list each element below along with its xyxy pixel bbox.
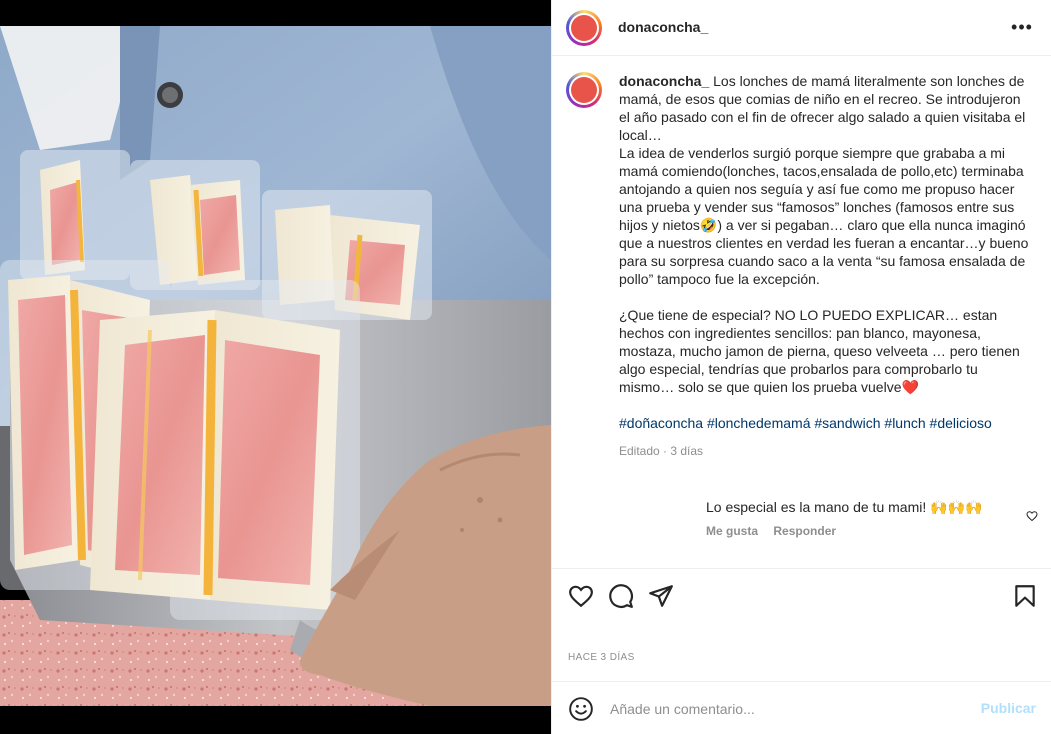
sandwiches-on-tray-photo	[0, 0, 551, 734]
avatar-image	[571, 77, 597, 103]
comment-text: Lo especial es la mano de tu mami! 🙌🙌🙌	[706, 499, 983, 515]
add-comment-bar: Publicar	[552, 681, 1051, 734]
emoji-icon[interactable]	[568, 696, 594, 722]
comment-reply-link[interactable]: Responder	[773, 524, 836, 538]
like-heart-icon[interactable]	[568, 583, 594, 609]
comment-bubble-icon[interactable]	[608, 583, 634, 609]
post-timestamp[interactable]: HACE 3 DÍAS	[568, 652, 635, 663]
post-actions-bar	[552, 568, 1051, 624]
caption-text: donaconcha_ Los lonches de mamá literalm…	[619, 72, 1029, 460]
avatar[interactable]	[566, 10, 602, 46]
caption-avatar[interactable]	[566, 72, 602, 108]
caption-meta: Editado · 3 días	[619, 444, 704, 458]
instagram-post-view: donaconcha_ ••• donaconcha_ Los lonches …	[0, 0, 1051, 734]
caption-username[interactable]: donaconcha_	[619, 73, 709, 89]
post-side-panel: donaconcha_ ••• donaconcha_ Los lonches …	[551, 0, 1051, 734]
comment-item: Lo especial es la mano de tu mami! 🙌🙌🙌 M…	[706, 498, 1036, 538]
comment-like-link[interactable]: Me gusta	[706, 524, 758, 538]
post-author-username[interactable]: donaconcha_	[618, 19, 708, 35]
heart-icon[interactable]	[1026, 510, 1038, 522]
avatar-image	[571, 15, 597, 41]
comment-input[interactable]	[608, 692, 972, 726]
post-header: donaconcha_ •••	[552, 0, 1051, 56]
post-photo[interactable]	[0, 0, 551, 734]
bookmark-icon[interactable]	[1012, 583, 1038, 609]
publish-button[interactable]: Publicar	[981, 700, 1036, 716]
caption-body: Los lonches de mamá literalmente son lon…	[619, 73, 1029, 395]
paper-plane-icon[interactable]	[648, 583, 674, 609]
caption-hashtags[interactable]: #doñaconcha #lonchedemamá #sandwich #lun…	[619, 415, 992, 431]
more-horizontal-icon: •••	[1011, 17, 1033, 37]
more-options-button[interactable]: •••	[1010, 18, 1034, 38]
